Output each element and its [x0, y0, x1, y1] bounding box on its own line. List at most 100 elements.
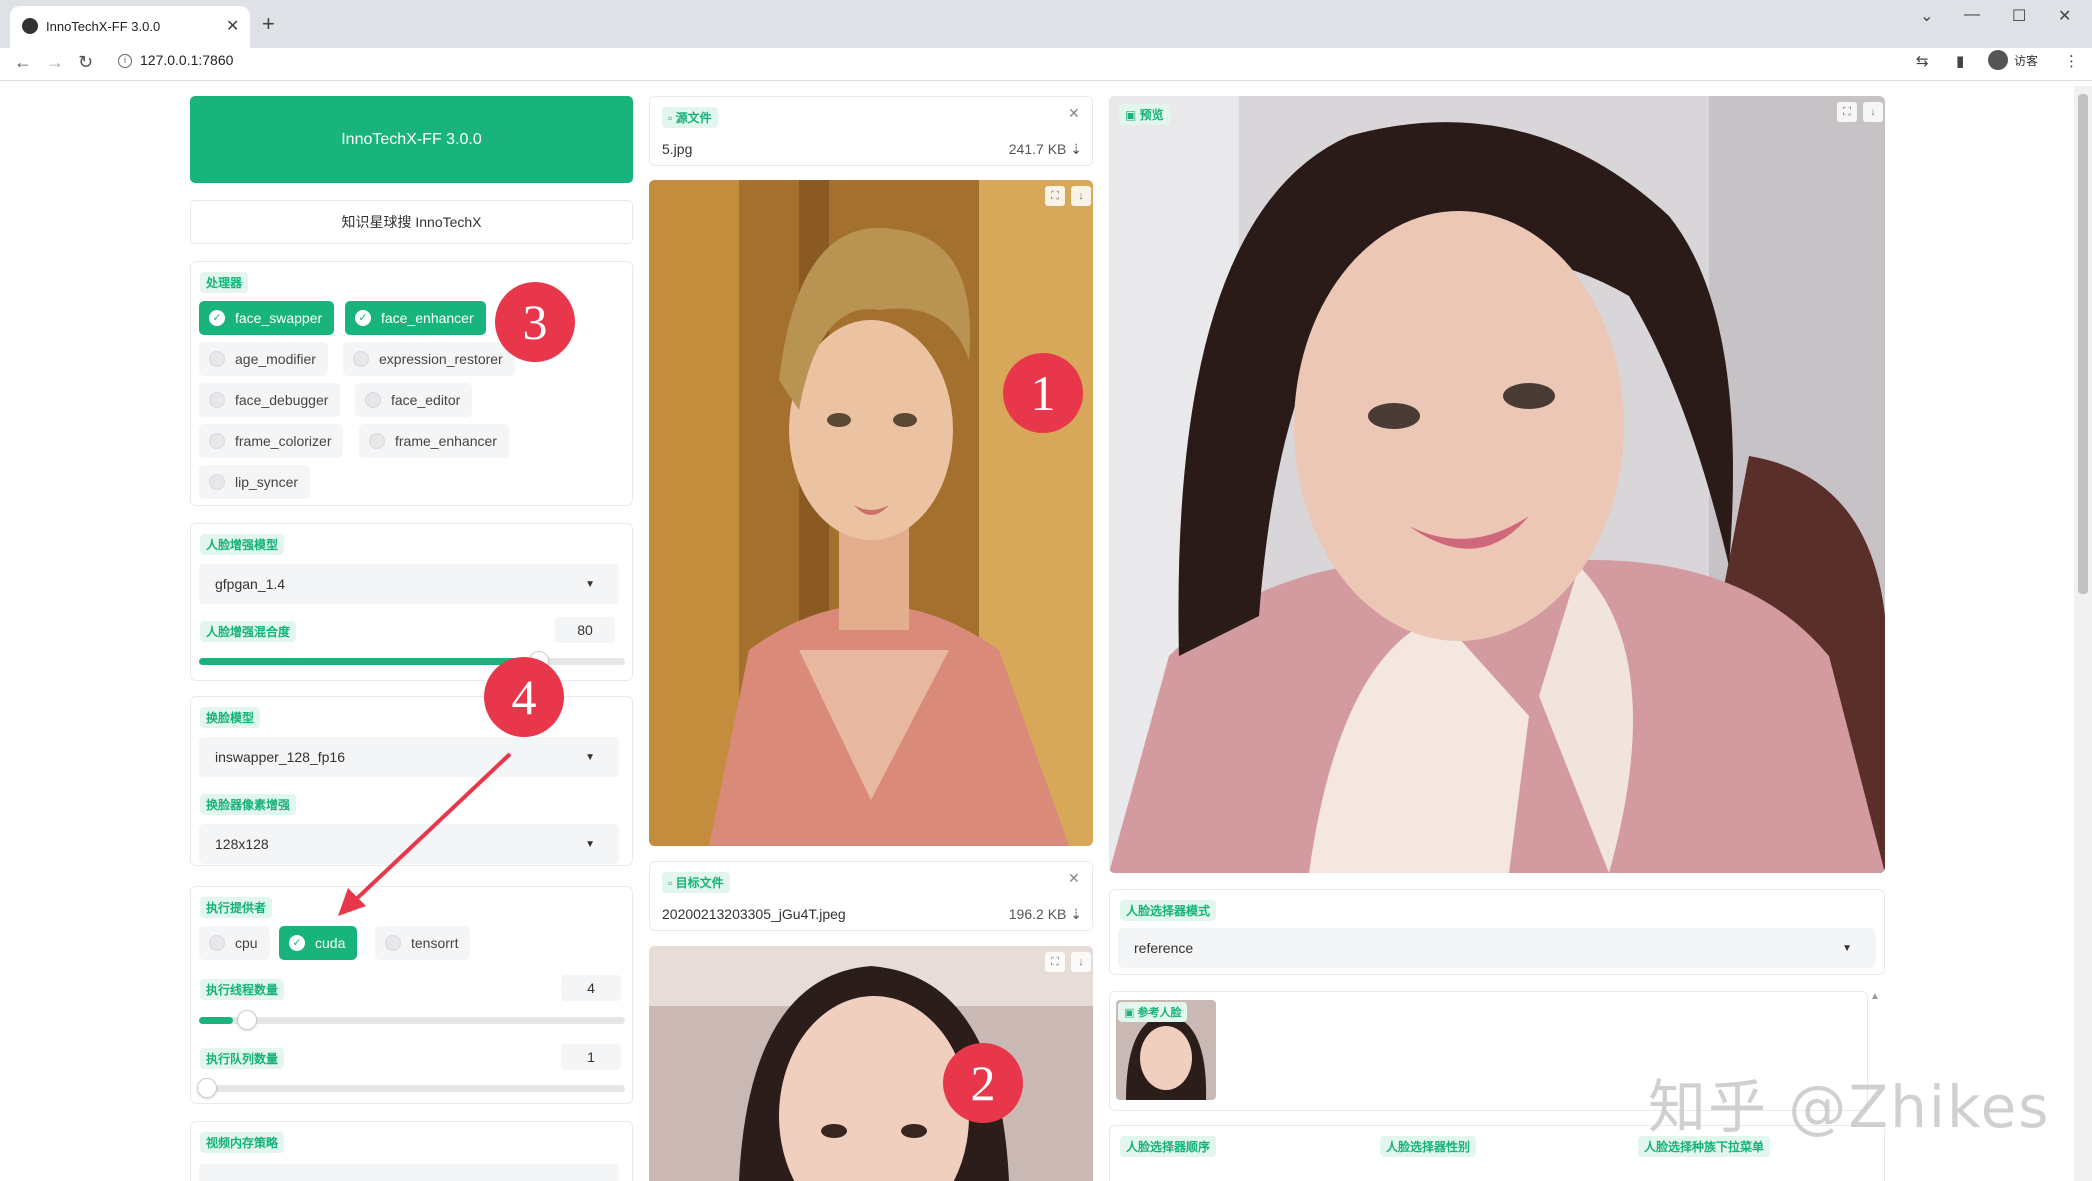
face-swapper-model-label: 换脸模型: [200, 707, 261, 728]
slider-thumb[interactable]: [197, 1078, 217, 1098]
file-icon: ▫: [668, 111, 676, 125]
processor-face-debugger[interactable]: face_debugger: [199, 383, 341, 417]
reload-icon[interactable]: ↻: [78, 52, 93, 73]
thread-count-number[interactable]: 4: [561, 975, 621, 1001]
download-icon[interactable]: ↓: [1863, 102, 1883, 122]
processor-age-modifier[interactable]: age_modifier: [199, 342, 328, 376]
target-image-tools: ⛶ ↓: [1045, 952, 1091, 972]
thread-count-slider[interactable]: [199, 1010, 625, 1030]
provider-tensorrt[interactable]: tensorrt: [375, 926, 471, 960]
translate-icon[interactable]: ⇆: [1916, 52, 1929, 70]
fullscreen-icon[interactable]: ⛶: [1045, 952, 1065, 972]
processor-label: frame_colorizer: [235, 433, 332, 449]
target-filesize[interactable]: 196.2 KB ⇣: [1009, 906, 1082, 923]
processor-face-enhancer[interactable]: ✓ face_enhancer: [345, 301, 486, 335]
processor-label: age_modifier: [235, 351, 316, 367]
check-icon: ✓: [289, 935, 305, 951]
execution-providers-label: 执行提供者: [200, 897, 273, 918]
processor-frame-enhancer[interactable]: frame_enhancer: [359, 424, 509, 458]
caret-down-icon: ▼: [1842, 942, 1852, 954]
target-portrait-image: [649, 946, 1093, 1181]
image-icon: ▣: [1125, 108, 1140, 122]
face-selector-gender-label: 人脸选择器性别: [1380, 1136, 1477, 1157]
video-memory-label: 视频内存策略: [200, 1132, 285, 1153]
favicon-icon: [22, 18, 38, 34]
download-icon[interactable]: ↓: [1071, 952, 1091, 972]
checkbox-icon: [353, 351, 369, 367]
profile-button[interactable]: 访客: [1988, 50, 2038, 70]
page-scrollbar[interactable]: [2074, 86, 2092, 1181]
processor-face-swapper[interactable]: ✓ face_swapper: [199, 301, 335, 335]
back-icon[interactable]: ←: [14, 52, 32, 73]
browser-tab[interactable]: InnoTechX-FF 3.0.0 ✕: [10, 6, 250, 48]
fullscreen-icon[interactable]: ⛶: [1045, 186, 1065, 206]
slider-thumb[interactable]: [237, 1010, 257, 1030]
target-filename[interactable]: 20200213203305_jGu4T.jpeg: [662, 906, 846, 922]
minimize-icon[interactable]: —: [1964, 6, 1980, 24]
annotation-badge: 1: [1003, 353, 1083, 433]
provider-label: cpu: [235, 935, 258, 951]
annotation-badge: 3: [495, 282, 575, 362]
face-selector-mode-dropdown[interactable]: reference ▼: [1118, 928, 1876, 968]
face-enhancer-blend-slider[interactable]: [199, 651, 625, 671]
forward-icon[interactable]: →: [46, 52, 64, 73]
new-tab-icon[interactable]: +: [262, 11, 275, 37]
processor-expression-restorer[interactable]: expression_restorer: [343, 342, 515, 376]
source-image: ⛶ ↓: [649, 180, 1093, 846]
url-field[interactable]: i 127.0.0.1:7860: [118, 52, 1918, 76]
checkbox-icon: [385, 935, 401, 951]
scroll-up-icon[interactable]: ▲: [1870, 991, 1880, 1002]
watermark: 知乎 @Zhikes: [1648, 1073, 2051, 1141]
menu-icon[interactable]: ⋮: [2064, 52, 2079, 70]
processor-label: face_enhancer: [381, 310, 474, 326]
close-window-icon[interactable]: ✕: [2058, 6, 2071, 26]
dropdown-value: 128x128: [215, 836, 269, 852]
slider-fill: [199, 1017, 234, 1024]
processor-frame-colorizer[interactable]: frame_colorizer: [199, 424, 344, 458]
target-image: ⛶ ↓: [649, 946, 1093, 1181]
face-enhancer-model-dropdown[interactable]: gfpgan_1.4 ▼: [199, 564, 619, 604]
processor-label: face_editor: [391, 392, 461, 408]
face-enhancer-model-label: 人脸增强模型: [200, 534, 285, 555]
queue-count-slider[interactable]: [197, 1078, 625, 1098]
video-memory-panel: 视频内存策略: [190, 1121, 633, 1181]
annotation-badge: 2: [943, 1043, 1023, 1123]
video-memory-dropdown[interactable]: [199, 1164, 619, 1181]
remove-source-icon[interactable]: ✕: [1068, 105, 1080, 122]
check-icon: ✓: [209, 310, 225, 326]
queue-count-number[interactable]: 1: [561, 1044, 621, 1070]
checkbox-icon: [209, 935, 225, 951]
fullscreen-icon[interactable]: ⛶: [1837, 102, 1857, 122]
reference-face-thumbnail[interactable]: ▣ 参考人脸: [1116, 1000, 1216, 1100]
source-filesize[interactable]: 241.7 KB ⇣: [1009, 141, 1082, 158]
provider-cpu[interactable]: cpu: [199, 926, 270, 960]
tab-close-icon[interactable]: ✕: [226, 16, 239, 36]
maximize-icon[interactable]: ☐: [2012, 6, 2026, 26]
app-title-button[interactable]: InnoTechX-FF 3.0.0: [190, 96, 633, 183]
sidepanel-icon[interactable]: ▮: [1956, 52, 1964, 70]
processor-label: face_debugger: [235, 392, 329, 408]
slider-fill: [199, 658, 540, 665]
face-enhancer-panel: 人脸增强模型 gfpgan_1.4 ▼ 人脸增强混合度 80: [190, 523, 633, 681]
checkbox-icon: [209, 433, 225, 449]
subtitle-button[interactable]: 知识星球搜 InnoTechX: [190, 200, 633, 244]
remove-target-icon[interactable]: ✕: [1068, 870, 1080, 887]
checkbox-icon: [365, 392, 381, 408]
preview-label: ▣ 预览: [1119, 104, 1170, 125]
provider-cuda[interactable]: ✓ cuda: [279, 926, 358, 960]
processor-label: expression_restorer: [379, 351, 503, 367]
provider-label: tensorrt: [411, 935, 459, 951]
download-icon[interactable]: ↓: [1071, 186, 1091, 206]
processor-face-editor[interactable]: face_editor: [355, 383, 473, 417]
source-filename[interactable]: 5.jpg: [662, 141, 692, 157]
face-enhancer-blend-number[interactable]: 80: [555, 617, 615, 643]
info-icon[interactable]: i: [118, 54, 132, 69]
scrollbar-thumb[interactable]: [2078, 94, 2088, 594]
dropdown-value: reference: [1134, 940, 1194, 956]
url-text: 127.0.0.1:7860: [140, 52, 234, 68]
checkbox-icon: [209, 474, 225, 490]
face-selector-mode-label: 人脸选择器模式: [1120, 900, 1217, 921]
tab-search-icon[interactable]: ⌄: [1920, 6, 1933, 26]
processor-lip-syncer[interactable]: lip_syncer: [199, 465, 311, 499]
avatar-icon: [1988, 50, 2008, 70]
